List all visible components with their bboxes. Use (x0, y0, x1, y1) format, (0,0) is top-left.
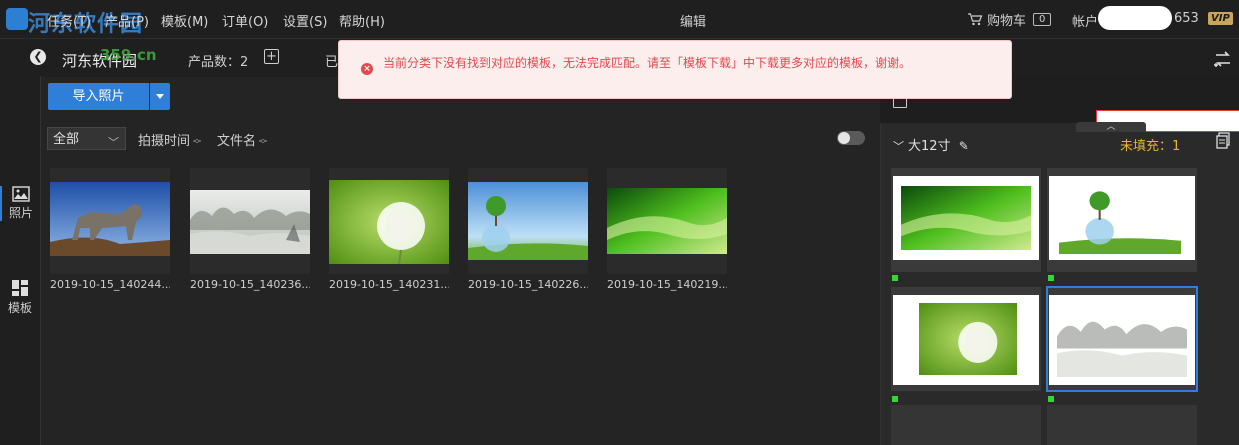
template-photo (901, 186, 1031, 250)
template-card[interactable] (1047, 405, 1197, 445)
photo-thumbnail (607, 188, 727, 254)
edit-pencil-icon[interactable]: ✎ (959, 139, 969, 153)
template-card[interactable] (891, 405, 1041, 445)
filled-marker (1048, 275, 1054, 281)
grid-icon (12, 280, 28, 296)
chevron-down-icon: ﹀ (893, 140, 904, 153)
filled-marker (1048, 396, 1054, 402)
template-photo (1057, 301, 1187, 377)
photo-name: 2019-10-15_140219... (607, 278, 727, 291)
filled-marker (892, 396, 898, 402)
side-nav: 照片 模板 (0, 76, 41, 445)
cart-icon (968, 13, 983, 26)
vip-badge: VIP (1208, 12, 1233, 25)
size-group-toggle[interactable]: ﹀ 大12寸 ✎ (893, 135, 969, 154)
filter-value: 全部 (53, 132, 80, 147)
window-title: 编辑 (680, 15, 707, 30)
image-icon (12, 186, 30, 202)
filter-select[interactable]: 全部 ﹀ (47, 127, 126, 150)
swap-icon[interactable] (1212, 49, 1234, 69)
photo-thumbnail (50, 182, 170, 256)
nav-label-photos: 照片 (8, 206, 33, 220)
menu-order[interactable]: 订单(O) (222, 11, 268, 30)
pages-icon[interactable] (1216, 132, 1230, 149)
template-card[interactable] (891, 168, 1041, 272)
cart-count-badge: 0 (1033, 13, 1052, 26)
photo-card[interactable] (190, 168, 310, 274)
filled-marker (892, 275, 898, 281)
nav-item-photos[interactable]: 照片 (0, 186, 40, 221)
photo-card[interactable] (607, 168, 727, 274)
photo-name: 2019-10-15_140244... (50, 278, 170, 291)
toast-message: 当前分类下没有找到对应的模板，无法完成匹配。请至「模板下载」中下载更多对应的模板… (383, 56, 912, 70)
template-card[interactable] (1047, 168, 1197, 272)
add-product-icon[interactable]: + (264, 49, 279, 64)
menu-product[interactable]: 产品(P) (105, 11, 149, 30)
collapse-up-icon[interactable]: ︿ (1076, 122, 1146, 132)
selected-label: 已 (325, 55, 339, 70)
template-card-selected[interactable] (1046, 286, 1198, 392)
photo-thumbnail (190, 190, 310, 254)
unfilled-count: 未填充：1 (1120, 139, 1181, 154)
photo-card[interactable] (329, 168, 449, 274)
photo-card[interactable] (50, 168, 170, 274)
nav-item-templates[interactable]: 模板 (0, 279, 40, 316)
template-photo (919, 303, 1017, 375)
error-toast: × 当前分类下没有找到对应的模板，无法完成匹配。请至「模板下载」中下载更多对应的… (338, 40, 1012, 99)
menu-bar: 河东软件园 任务(T) 产品(P) 模板(M) 订单(O) 设置(S) 帮助(H… (0, 0, 1239, 38)
template-card[interactable] (891, 287, 1041, 391)
sort-name-label: 文件名 (217, 134, 257, 149)
account-label[interactable]: 帐户 (1072, 11, 1098, 30)
product-count: 产品数：2 (188, 55, 249, 70)
chevron-down-icon: ﹀ (108, 136, 119, 149)
sort-time-label: 拍摄时间 (138, 134, 191, 149)
photo-name: 2019-10-15_140231... (329, 278, 449, 291)
template-photo (1059, 180, 1181, 254)
cart-label: 购物车 (987, 14, 1027, 29)
menu-template[interactable]: 模板(M) (161, 11, 208, 30)
size-label: 大12寸 (908, 139, 951, 154)
sort-arrows-icon: ︿ ﹀ (259, 133, 268, 149)
import-photos-button[interactable]: 导入照片 (48, 83, 149, 110)
view-toggle[interactable] (837, 131, 865, 145)
photo-name: 2019-10-15_140226... (468, 278, 588, 291)
account-redaction (1098, 6, 1172, 30)
menu-help[interactable]: 帮助(H) (339, 11, 385, 30)
cart-button[interactable]: 购物车 0 (968, 10, 1052, 29)
menu-settings[interactable]: 设置(S) (283, 11, 327, 30)
error-icon: × (361, 63, 373, 75)
watermark-url: 359.cn (100, 46, 157, 64)
sort-arrows-icon: ︿ ﹀ (193, 133, 202, 149)
app-logo-icon (6, 8, 28, 30)
photo-card[interactable] (468, 168, 588, 274)
photo-thumbnail (329, 180, 449, 264)
back-icon[interactable]: ❮ (30, 49, 46, 65)
menu-task[interactable]: 任务(T) (47, 11, 91, 30)
photo-name: 2019-10-15_140236... (190, 278, 310, 291)
sort-by-time[interactable]: 拍摄时间 ︿ ﹀ (138, 130, 201, 149)
import-dropdown-button[interactable] (150, 83, 170, 110)
sort-by-name[interactable]: 文件名 ︿ ﹀ (217, 130, 267, 149)
nav-label-templates: 模板 (7, 301, 32, 315)
photo-thumbnail (468, 182, 588, 260)
account-id-suffix: 653 (1174, 11, 1199, 26)
